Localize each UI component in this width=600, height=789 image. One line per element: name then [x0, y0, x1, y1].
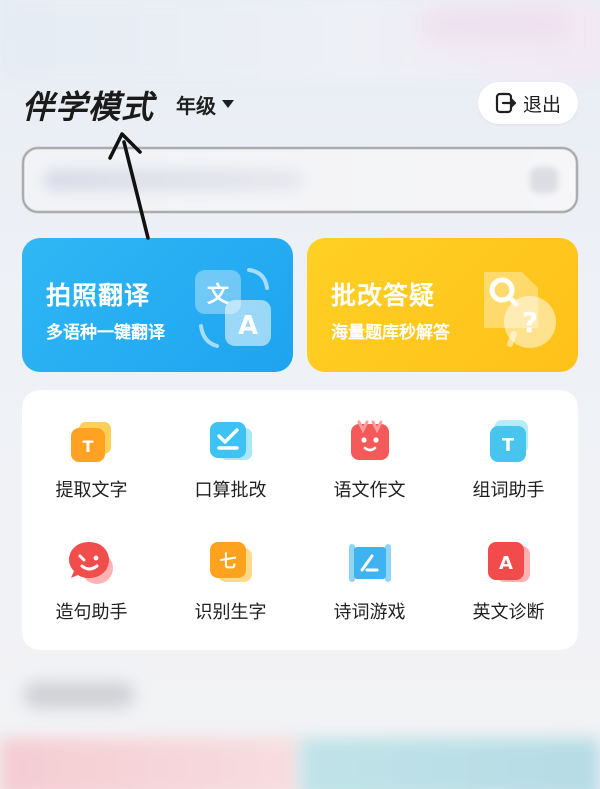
english-diagnosis-icon: A: [487, 542, 530, 582]
card-title: 批改答疑: [331, 281, 436, 310]
svg-text:A: A: [238, 311, 258, 341]
card-subtitle: 多语种一键翻译: [46, 323, 165, 343]
tool-label: 语文作文: [333, 480, 406, 501]
photo-translate-card[interactable]: 拍照翻译 多语种一键翻译 文 A: [22, 238, 293, 372]
tool-label: 诗词游戏: [333, 602, 406, 623]
card-subtitle: 海量题库秒解答: [331, 323, 450, 343]
tool-extract-text[interactable]: T 提取文字: [22, 390, 161, 510]
tool-label: 提取文字: [55, 480, 128, 501]
word-builder-icon: T: [489, 420, 528, 462]
header: 伴学模式 年级 退出: [0, 72, 600, 132]
arithmetic-check-icon: [209, 422, 252, 460]
svg-text:T: T: [501, 435, 514, 456]
tool-label: 英文诊断: [472, 602, 545, 623]
page-title: 伴学模式: [22, 88, 155, 126]
recognize-char-icon: 七: [209, 542, 252, 582]
search-placeholder-blurred: [44, 169, 304, 191]
tool-sentence-helper[interactable]: 造句助手: [22, 512, 161, 632]
translate-icon: 文 A: [195, 268, 271, 348]
exit-icon: [495, 92, 517, 114]
poetry-game-icon: [348, 544, 391, 582]
tool-label: 造句助手: [55, 602, 128, 623]
card-title: 拍照翻译: [46, 281, 151, 310]
svg-text:?: ?: [522, 306, 538, 339]
svg-text:A: A: [499, 553, 513, 574]
tools-panel: T 提取文字 口算批改 语文作文 T 组词助手 造句助手 七 识别生字 诗词游戏…: [22, 390, 578, 650]
blurred-bottom-section: [0, 660, 600, 789]
svg-text:T: T: [82, 437, 93, 456]
blurred-status-area: [0, 0, 600, 80]
grade-label: 年级: [176, 93, 216, 118]
exit-button[interactable]: 退出: [478, 82, 578, 124]
sentence-helper-icon: [68, 542, 113, 584]
grade-dropdown[interactable]: 年级: [176, 90, 234, 118]
tool-arithmetic-check[interactable]: 口算批改: [161, 390, 300, 510]
extract-text-icon: T: [70, 422, 111, 462]
correct-answer-card[interactable]: 批改答疑 海量题库秒解答 ?: [307, 238, 578, 372]
tool-label: 识别生字: [194, 602, 267, 623]
camera-icon[interactable]: [530, 167, 558, 193]
qa-icon: ?: [484, 272, 556, 348]
tool-chinese-essay[interactable]: 语文作文: [300, 390, 439, 510]
svg-text:七: 七: [219, 552, 236, 572]
tool-english-diagnosis[interactable]: A 英文诊断: [439, 512, 578, 632]
tool-poetry-game[interactable]: 诗词游戏: [300, 512, 439, 632]
caret-down-icon: [222, 100, 234, 108]
svg-text:文: 文: [207, 282, 230, 308]
exit-label: 退出: [522, 93, 561, 116]
tool-word-builder[interactable]: T 组词助手: [439, 390, 578, 510]
tool-label: 口算批改: [194, 480, 267, 501]
tool-label: 组词助手: [472, 480, 545, 501]
search-bar[interactable]: [22, 147, 578, 213]
tool-recognize-char[interactable]: 七 识别生字: [161, 512, 300, 632]
chinese-essay-icon: [350, 420, 389, 460]
